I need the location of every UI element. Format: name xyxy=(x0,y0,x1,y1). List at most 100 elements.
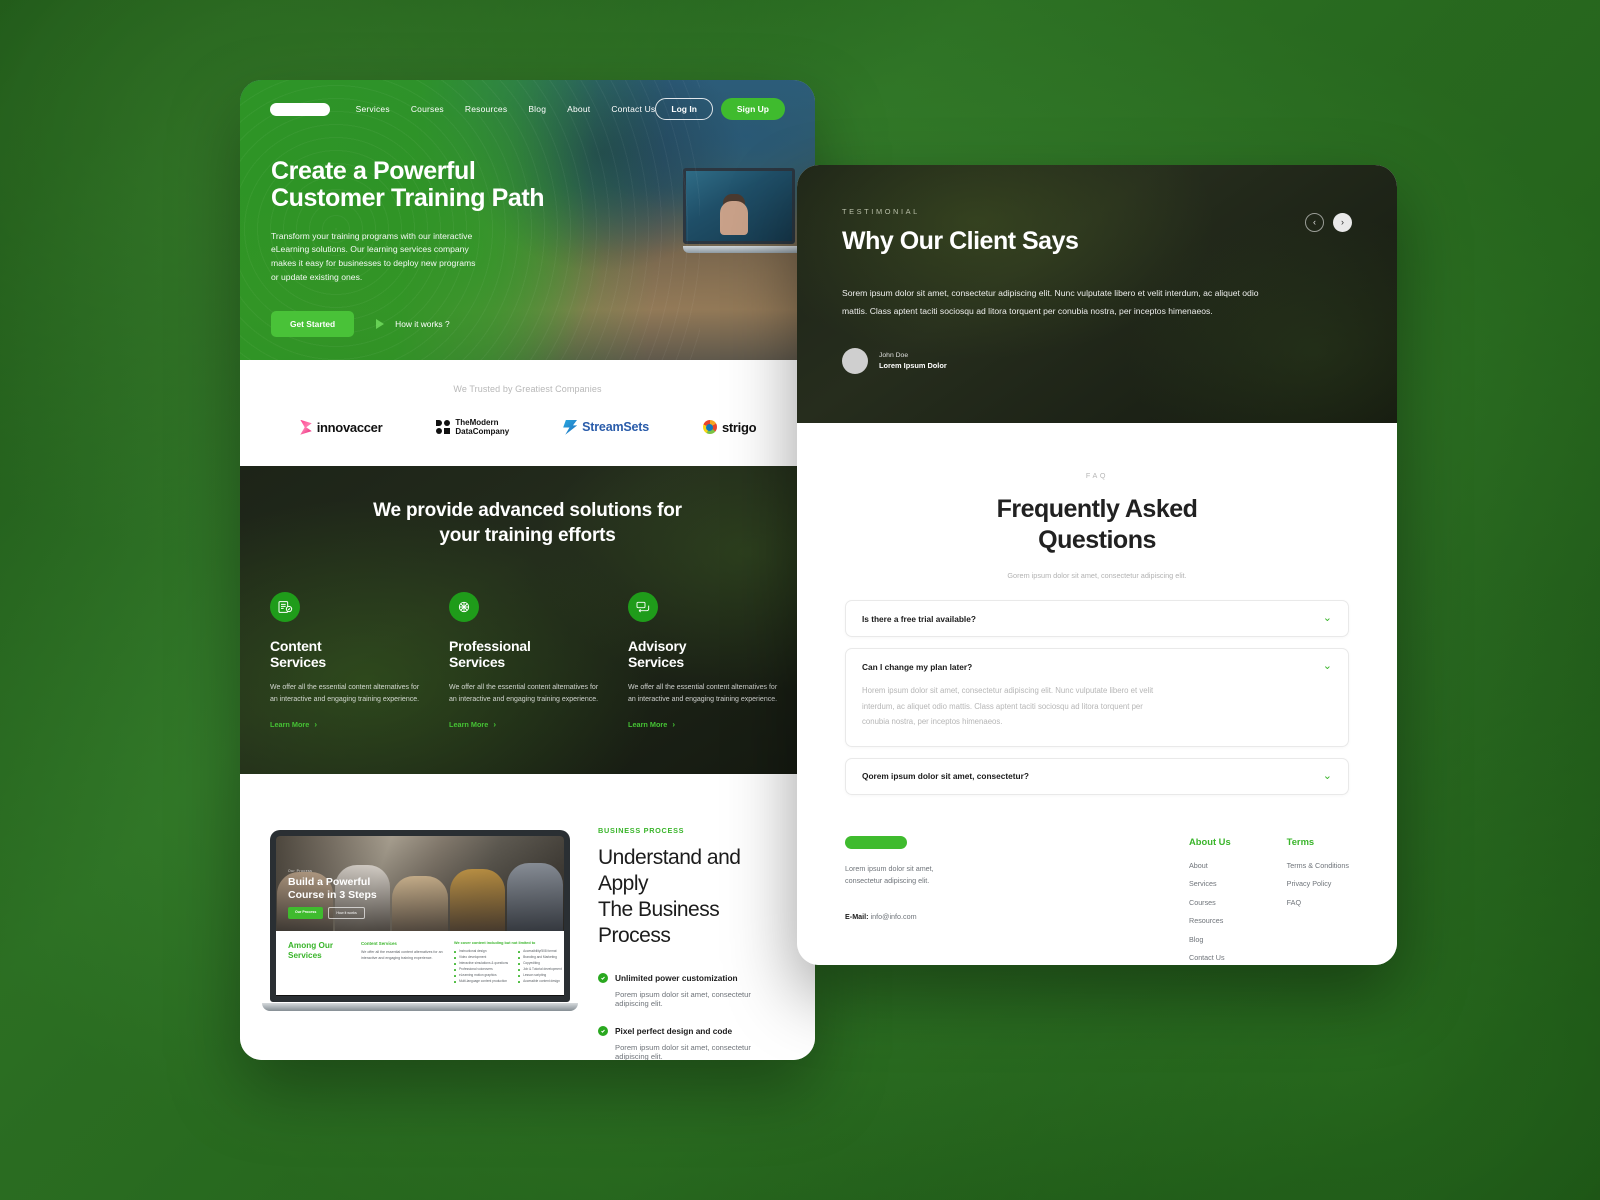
check-circle-icon xyxy=(598,1025,608,1036)
logo-streamsets: StreamSets xyxy=(563,419,649,435)
laptop-lower-section: Among Our Services Content Services We o… xyxy=(276,931,564,995)
nav-item-services[interactable]: Services xyxy=(356,104,390,114)
chevron-right-icon: › xyxy=(493,719,497,729)
nav-item-about[interactable]: About xyxy=(567,104,590,114)
moderndata-label: TheModern DataCompany xyxy=(455,418,509,436)
service-title-line2: Services xyxy=(628,654,685,671)
service-title-line2: Services xyxy=(270,654,327,671)
list-item: Multi-language content production xyxy=(454,979,508,985)
learn-more-label: Learn More xyxy=(628,720,668,730)
advisory-services-icon xyxy=(628,591,658,622)
logo-innovaccer: innovaccer xyxy=(299,419,383,435)
service-learn-more-link[interactable]: Learn More › xyxy=(449,720,496,729)
footer-link-terms-conditions[interactable]: Terms & Conditions xyxy=(1287,861,1349,870)
business-process-content: BUSINESS PROCESS Understand and Apply Th… xyxy=(598,820,785,1060)
faq-title-line2: Questions xyxy=(1038,525,1156,554)
trusted-label: We Trusted by Greatiest Companies xyxy=(453,384,602,394)
testimonial-eyebrow: TESTIMONIAL xyxy=(842,207,920,216)
login-button[interactable]: Log In xyxy=(655,98,713,120)
professional-services-icon xyxy=(449,591,479,622)
feature-head: Unlimited power customization xyxy=(598,972,785,983)
footer-link-about[interactable]: About xyxy=(1189,861,1231,870)
hero-title-line1: Create a Powerful xyxy=(271,157,476,185)
laptop-hero-text: Our Process Build a Powerful Course in 3… xyxy=(288,869,377,920)
faq-question-row[interactable]: Qorem ipsum dolor sit amet, consectetur?… xyxy=(862,770,1332,782)
laptop-hero: Our Process Build a Powerful Course in 3… xyxy=(276,836,564,932)
business-title-line1: Understand and Apply xyxy=(598,846,741,896)
footer-link-faq[interactable]: FAQ xyxy=(1287,898,1349,907)
list-item: Accessible content design xyxy=(518,979,562,985)
nav-item-contact-us[interactable]: Contact Us xyxy=(611,104,655,114)
business-process-section: Our Process Build a Powerful Course in 3… xyxy=(240,774,815,1060)
faq-accordion: Is there a free trial available? ⌄ Can I… xyxy=(845,600,1349,795)
chevron-right-icon[interactable]: › xyxy=(1333,213,1352,232)
laptop-col3-title: We cover content including but not limit… xyxy=(454,941,536,946)
footer-email-value[interactable]: info@info.com xyxy=(871,912,917,921)
footer-link-contact-us[interactable]: Contact Us xyxy=(1189,953,1231,962)
nav-item-blog[interactable]: Blog xyxy=(528,104,546,114)
innovaccer-label: innovaccer xyxy=(316,419,383,435)
get-started-button[interactable]: Get Started xyxy=(271,311,355,338)
among-line2: Services xyxy=(288,951,322,961)
laptop-col2-title: Content Services xyxy=(361,941,397,947)
business-title-line2: The Business Process xyxy=(598,897,720,947)
service-title-line1: Content xyxy=(270,637,322,654)
hero-body: Create a Powerful Customer Training Path… xyxy=(240,120,815,338)
feature-item: Unlimited power customization Porem ipsu… xyxy=(598,972,785,1008)
feature-title: Pixel perfect design and code xyxy=(615,1025,733,1036)
check-circle-icon xyxy=(598,972,608,983)
faq-question-row[interactable]: Is there a free trial available? ⌄ xyxy=(862,613,1332,624)
chevron-down-icon[interactable]: ⌄ xyxy=(1323,661,1332,672)
hero-title: Create a Powerful Customer Training Path xyxy=(271,158,571,212)
chevron-left-icon[interactable]: ‹ xyxy=(1305,213,1324,232)
among-line1: Among Our xyxy=(288,941,334,951)
faq-item[interactable]: Is there a free trial available? ⌄ xyxy=(845,600,1349,637)
laptop-primary-button[interactable]: Our Process xyxy=(288,907,324,920)
business-feature-list: Unlimited power customization Porem ipsu… xyxy=(598,972,785,1061)
author-name: John Doe xyxy=(879,352,909,360)
footer-link-services[interactable]: Services xyxy=(1189,879,1231,888)
service-title-line1: Professional xyxy=(449,637,531,654)
how-it-works-link[interactable]: How it works ? xyxy=(376,319,450,330)
laptop-buttons: Our Process How it works xyxy=(288,907,377,920)
site-logo[interactable] xyxy=(270,102,330,116)
chevron-down-icon[interactable]: ⌄ xyxy=(1323,770,1332,782)
laptop-secondary-button[interactable]: How it works xyxy=(328,907,365,920)
footer-logo[interactable] xyxy=(845,835,907,849)
chevron-right-icon: › xyxy=(314,719,318,729)
avatar xyxy=(842,348,868,375)
laptop-column-content-services: Content Services We offer all the essent… xyxy=(361,941,443,985)
feature-desc: Porem ipsum dolor sit amet, consectetur … xyxy=(615,989,751,1008)
signup-button[interactable]: Sign Up xyxy=(720,98,785,120)
footer-link-privacy-policy[interactable]: Privacy Policy xyxy=(1287,879,1349,888)
company-logos: innovaccer TheModern DataCompany StreamS… xyxy=(240,418,815,436)
nav-item-resources[interactable]: Resources xyxy=(465,104,507,114)
faq-subtitle: Gorem ipsum dolor sit amet, consectetur … xyxy=(1007,571,1187,580)
hero-section: Services Courses Resources Blog About Co… xyxy=(240,80,815,360)
footer-link-resources[interactable]: Resources xyxy=(1189,916,1231,925)
learn-more-label: Learn More xyxy=(449,720,489,730)
footer-brand: Lorem ipsum dolor sit amet, consectetur … xyxy=(845,835,1095,965)
footer-main: Lorem ipsum dolor sit amet, consectetur … xyxy=(797,805,1397,965)
feature-desc: Porem ipsum dolor sit amet, consectetur … xyxy=(615,1042,751,1061)
streamsets-label: StreamSets xyxy=(582,420,649,435)
chevron-down-icon[interactable]: ⌄ xyxy=(1323,613,1332,624)
hero-title-line2: Customer Training Path xyxy=(271,183,545,212)
services-heading-line1: We provide advanced solutions for xyxy=(373,500,682,522)
moderndata-line2: DataCompany xyxy=(455,427,510,437)
service-learn-more-link[interactable]: Learn More › xyxy=(628,720,675,729)
footer-link-courses[interactable]: Courses xyxy=(1189,898,1231,907)
moderndata-line1: TheModern xyxy=(455,418,499,427)
footer-link-blog[interactable]: Blog xyxy=(1189,935,1231,944)
feature-title: Unlimited power customization xyxy=(615,972,738,983)
nav-item-courses[interactable]: Courses xyxy=(411,104,444,114)
faq-item[interactable]: Can I change my plan later? ⌄ Horem ipsu… xyxy=(845,648,1349,747)
service-card-professional: Professional Services We offer all the e… xyxy=(449,591,606,733)
services-grid: Content Services We offer all the essent… xyxy=(270,591,785,733)
faq-question-row[interactable]: Can I change my plan later? ⌄ xyxy=(862,661,1332,672)
faq-item[interactable]: Qorem ipsum dolor sit amet, consectetur?… xyxy=(845,757,1349,795)
service-title-line1: Advisory xyxy=(628,637,687,654)
laptop-col2-desc: We offer all the essential content alter… xyxy=(361,950,443,960)
service-learn-more-link[interactable]: Learn More › xyxy=(270,720,317,729)
footer-desc-line1: Lorem ipsum dolor sit amet, xyxy=(845,863,934,873)
